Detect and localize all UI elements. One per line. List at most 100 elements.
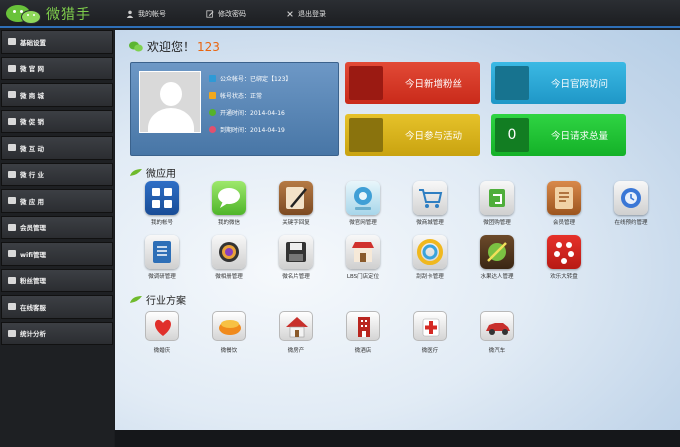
top-nav: 我的帐号 修改密码 退出登录 bbox=[126, 0, 366, 28]
app-keyword-reply[interactable]: 关键字回复 bbox=[266, 181, 326, 229]
sidebar-item-mall[interactable]: 微 商 城 bbox=[1, 83, 113, 107]
stat-total-requests[interactable]: 0 今日请求总量 bbox=[491, 114, 626, 156]
stat-new-fans[interactable]: 今日新增粉丝 bbox=[345, 62, 480, 104]
stat-website-visits[interactable]: 今日官网访问 bbox=[491, 62, 626, 104]
industry-car[interactable]: 微汽车 bbox=[467, 311, 527, 359]
top-nav-label: 退出登录 bbox=[298, 10, 326, 18]
sidebar-item-apps[interactable]: 微 应 用 bbox=[1, 189, 113, 213]
wechat-logo-icon bbox=[4, 3, 42, 25]
account-info: 公众帐号：已绑定【123】 帐号状态：正常 开通时间：2014-04-16 到期… bbox=[209, 70, 291, 138]
analytics-icon bbox=[8, 329, 16, 337]
top-nav-label: 我的帐号 bbox=[138, 10, 166, 18]
app-fruit-game[interactable]: 水果达人管理 bbox=[467, 235, 527, 283]
app-label: 我的帐号 bbox=[150, 220, 173, 226]
brand-name: 微猎手 bbox=[46, 7, 91, 23]
app-my-wechat[interactable]: 我的微信 bbox=[199, 181, 259, 229]
app-lbs-store[interactable]: LBS门店定位 bbox=[333, 235, 393, 283]
app-member-manage[interactable]: 会员管理 bbox=[534, 181, 594, 229]
app-card-manage[interactable]: 微名片管理 bbox=[266, 235, 326, 283]
sidebar-item-website[interactable]: 微 官 网 bbox=[1, 56, 113, 80]
my-account-link[interactable]: 我的帐号 bbox=[126, 0, 166, 28]
album-icon bbox=[212, 235, 246, 269]
sidebar-item-label: 粉丝管理 bbox=[20, 277, 46, 286]
member-book-icon bbox=[547, 181, 581, 215]
group-buy-icon bbox=[480, 181, 514, 215]
sidebar-item-label: wifi管理 bbox=[20, 250, 47, 259]
mall-icon bbox=[8, 91, 16, 99]
status-icon bbox=[209, 92, 216, 99]
stat-value: 0 bbox=[495, 118, 529, 152]
sidebar-item-label: 微 商 城 bbox=[20, 91, 45, 100]
industry-restaurant[interactable]: 微餐饮 bbox=[199, 311, 259, 359]
app-group-buy-manage[interactable]: 微团购管理 bbox=[467, 181, 527, 229]
sidebar-item-industry[interactable]: 微 行 业 bbox=[1, 162, 113, 186]
sidebar-item-members[interactable]: 会员管理 bbox=[1, 215, 113, 239]
app-label: 在线预约管理 bbox=[614, 220, 648, 226]
sidebar-item-interaction[interactable]: 微 互 动 bbox=[1, 136, 113, 160]
welcome-header: 欢迎您！ 123 bbox=[129, 38, 220, 55]
industry-label: 微酒店 bbox=[354, 348, 372, 354]
sidebar-item-label: 微 行 业 bbox=[20, 171, 45, 180]
wechat-chat-icon bbox=[212, 181, 246, 215]
leaf-icon bbox=[130, 169, 142, 176]
avatar bbox=[139, 71, 201, 133]
app-my-account[interactable]: 我的帐号 bbox=[132, 181, 192, 229]
app-scratch-card[interactable]: 刮刮卡管理 bbox=[400, 235, 460, 283]
welcome-text: 欢迎您！ bbox=[147, 40, 196, 54]
wechat-icon bbox=[129, 41, 143, 52]
booking-icon bbox=[614, 181, 648, 215]
stat-value bbox=[349, 66, 383, 100]
sidebar-item-wifi[interactable]: wifi管理 bbox=[1, 242, 113, 266]
wheel-icon bbox=[547, 235, 581, 269]
app-booking-manage[interactable]: 在线预约管理 bbox=[601, 181, 661, 229]
stat-label: 今日新增粉丝 bbox=[404, 79, 462, 90]
app-website-manage[interactable]: 微官网管理 bbox=[333, 181, 393, 229]
stat-label: 今日请求总量 bbox=[550, 131, 608, 142]
top-nav-label: 修改密码 bbox=[218, 10, 246, 18]
interaction-icon bbox=[8, 144, 16, 152]
medical-icon bbox=[413, 311, 447, 341]
support-icon bbox=[8, 303, 16, 311]
welcome-username: 123 bbox=[197, 39, 220, 54]
industry-section-title: 行业方案 bbox=[129, 292, 186, 307]
sidebar-item-analytics[interactable]: 统计分析 bbox=[1, 321, 113, 345]
industry-real-estate[interactable]: 微房产 bbox=[266, 311, 326, 359]
sidebar-item-fans[interactable]: 粉丝管理 bbox=[1, 268, 113, 292]
sidebar-item-label: 统计分析 bbox=[20, 330, 46, 339]
industry-label: 微餐饮 bbox=[220, 348, 238, 354]
logo: 微猎手 bbox=[4, 3, 114, 25]
edit-icon bbox=[206, 10, 214, 18]
app-survey-manage[interactable]: 微调研管理 bbox=[132, 235, 192, 283]
member-icon bbox=[8, 223, 16, 231]
keyword-reply-icon bbox=[279, 181, 313, 215]
industry-medical[interactable]: 微医疗 bbox=[400, 311, 460, 359]
stat-value bbox=[349, 118, 383, 152]
stat-activity-participation[interactable]: 今日参与活动 bbox=[345, 114, 480, 156]
wedding-icon bbox=[145, 311, 179, 341]
scratch-card-icon bbox=[413, 235, 447, 269]
sidebar: 基础设置 微 官 网 微 商 城 微 促 销 微 互 动 微 行 业 微 应 用… bbox=[0, 30, 114, 447]
account-row: 公众帐号：已绑定【123】 bbox=[209, 70, 291, 87]
app-album-manage[interactable]: 微相册管理 bbox=[199, 235, 259, 283]
app-label: 会员管理 bbox=[552, 220, 575, 226]
sidebar-item-basic-settings[interactable]: 基础设置 bbox=[1, 30, 113, 54]
logout-link[interactable]: 退出登录 bbox=[286, 0, 326, 28]
app-label: 微调研管理 bbox=[148, 274, 176, 280]
industry-hotel[interactable]: 微酒店 bbox=[333, 311, 393, 359]
industry-label: 微房产 bbox=[287, 348, 305, 354]
app-label: 微官网管理 bbox=[349, 220, 377, 226]
wifi-icon bbox=[8, 250, 16, 258]
app-lucky-wheel[interactable]: 欢乐大转盘 bbox=[534, 235, 594, 283]
sidebar-item-promotion[interactable]: 微 促 销 bbox=[1, 109, 113, 133]
change-password-link[interactable]: 修改密码 bbox=[206, 0, 246, 28]
main-content: 欢迎您！ 123 公众帐号：已绑定【123】 帐号状态：正常 开通时间：2014… bbox=[115, 30, 680, 430]
app-label: 关键字回复 bbox=[282, 220, 310, 226]
industry-label: 微汽车 bbox=[488, 348, 506, 354]
car-icon bbox=[480, 311, 514, 341]
sidebar-item-label: 会员管理 bbox=[20, 224, 46, 233]
app-mall-manage[interactable]: 微商城管理 bbox=[400, 181, 460, 229]
sidebar-item-label: 在线客服 bbox=[20, 303, 46, 312]
clock-icon bbox=[209, 126, 216, 133]
sidebar-item-support[interactable]: 在线客服 bbox=[1, 295, 113, 319]
industry-wedding[interactable]: 微婚庆 bbox=[132, 311, 192, 359]
